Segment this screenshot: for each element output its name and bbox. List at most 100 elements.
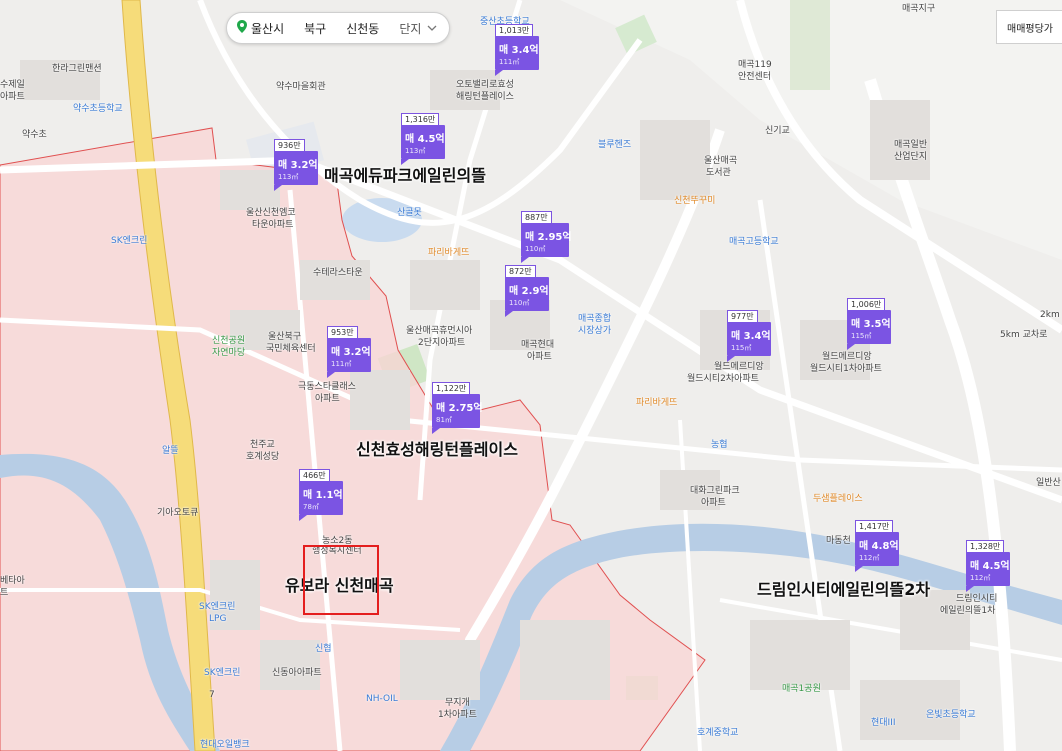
place-label: 매곡119 [738,60,772,70]
place-label: 약수초 [22,130,47,140]
complex-name[interactable]: 신천효성해링턴플레이스 [356,436,518,460]
place-label: 천주교 [250,440,275,450]
place-label: 온빛초등학교 [926,710,976,720]
unit-area: 110㎡ [509,299,530,307]
sale-price: 매 3.2억 [331,347,371,358]
place-label: 매곡지구 [902,4,936,14]
place-label: 매곡종합 [578,314,612,324]
place-label: 극동스타클래스 [298,382,356,392]
place-label: NH-OIL [366,694,398,704]
breadcrumb-complex[interactable]: 단지 [399,20,421,37]
breadcrumb-district[interactable]: 북구 [304,20,326,37]
place-label: 파리바게뜨 [428,248,470,258]
place-label: 일반산 [1036,478,1061,488]
place-label: 울산북구 [268,332,302,342]
place-label: 울산매곡휴먼시아 [406,326,473,336]
place-label: 월드메르디앙 [822,352,872,362]
place-label: 파리바게뜨 [636,398,678,408]
sale-price: 매 4.5억 [970,561,1010,572]
place-label: 매곡1공원 [782,684,821,694]
sale-price: 매 2.95억 [525,232,572,243]
place-label: 2km [1040,310,1060,320]
place-label: 알뜰 [162,446,179,456]
place-label: 아파트 [0,92,25,102]
sale-price: 매 2.75억 [436,403,483,414]
sale-price: 매 3.2억 [278,160,318,171]
route-number: 7 [209,690,215,700]
unit-area: 112㎡ [859,554,880,562]
place-label: 안전센터 [738,72,772,82]
place-label: 국민체육센터 [266,344,316,354]
place-label: 기아오토큐 [157,508,199,518]
place-label: 신천공원 [212,336,246,346]
place-label: 현대III [871,718,896,728]
place-label: 아파트 [701,498,726,508]
complex-name[interactable]: 매곡에듀파크에일린의뜰 [324,162,486,186]
unit-area: 113㎡ [278,173,299,181]
place-label: 아파트 [527,352,552,362]
place-label: 에일린의뜰1차 [940,606,996,616]
place-label: SK엔크린 [204,668,241,678]
place-label: 드림인시티 [956,594,998,604]
place-label: 두샘플레이스 [813,494,863,504]
place-label: 호계성당 [246,452,280,462]
map-canvas[interactable] [0,0,1062,751]
unit-area: 113㎡ [405,147,426,155]
sale-price: 매 1.1억 [303,490,343,501]
sale-price: 매 4.5억 [405,134,445,145]
place-label: 트 [0,588,9,598]
place-label: 울산신천엠코 [246,208,296,218]
place-label: 5km 교차로 [1000,330,1048,340]
complex-name[interactable]: 드림인시티에일린의뜰2차 [757,576,930,600]
place-label: SK엔크린 [111,236,148,246]
place-label: 호계중학교 [697,728,739,738]
place-label: 신협 [315,644,332,654]
place-label: 매곡고등학교 [729,237,779,247]
breadcrumb-dong[interactable]: 신천동 [346,20,379,37]
place-label: 도서관 [706,168,731,178]
place-label: 월드메르디앙 [714,362,764,372]
unit-area: 111㎡ [331,360,352,368]
breadcrumb[interactable]: 울산시 북구 신천동 단지 [226,12,451,44]
place-label: 울산매곡 [704,156,738,166]
place-label: 베타아 [0,576,25,586]
place-label: 수제일 [0,80,25,90]
selection-box [303,545,379,615]
place-label: 무지개 [445,698,470,708]
sale-price: 매 3.5억 [851,319,891,330]
place-label: 약수초등학교 [73,104,123,114]
trade-type-select[interactable]: 매매평당가 [996,10,1062,44]
sale-price: 매 4.8억 [859,541,899,552]
unit-area: 110㎡ [525,245,546,253]
chevron-down-icon[interactable] [427,21,437,35]
place-label: 자연마당 [212,348,246,358]
place-label: 매곡현대 [521,340,555,350]
place-label: 블루헨즈 [598,140,632,150]
unit-area: 112㎡ [970,574,991,582]
place-label: 수테라스타운 [313,268,363,278]
breadcrumb-city[interactable]: 울산시 [251,20,284,37]
place-label: 오토밸리로효성 [456,80,514,90]
sale-price: 매 3.4억 [499,45,539,56]
location-pin-icon [237,20,247,36]
place-label: 아파트 [315,394,340,404]
place-label: 월드시티2차아파트 [687,374,759,384]
place-label: 약수마을회관 [276,82,326,92]
place-label: 대화그린파크 [690,486,740,496]
place-label: 신천뚜꾸미 [674,196,716,206]
place-label: 산업단지 [894,152,928,162]
unit-area: 81㎡ [436,416,452,424]
place-label: 농협 [711,440,728,450]
place-label: LPG [209,614,227,624]
place-label: SK엔크린 [199,602,236,612]
unit-area: 78㎡ [303,503,319,511]
place-label: 타운아파트 [252,220,294,230]
place-label: 2단지아파트 [418,338,466,348]
place-label: 월드시티1차아파트 [810,364,882,374]
unit-area: 115㎡ [851,332,872,340]
place-label: 신동아아파트 [272,668,322,678]
place-label: 산골못 [397,208,422,218]
place-label: 해링턴플레이스 [456,92,514,102]
place-label: 현대오일뱅크 [200,740,250,750]
place-label: 시장상가 [578,326,612,336]
